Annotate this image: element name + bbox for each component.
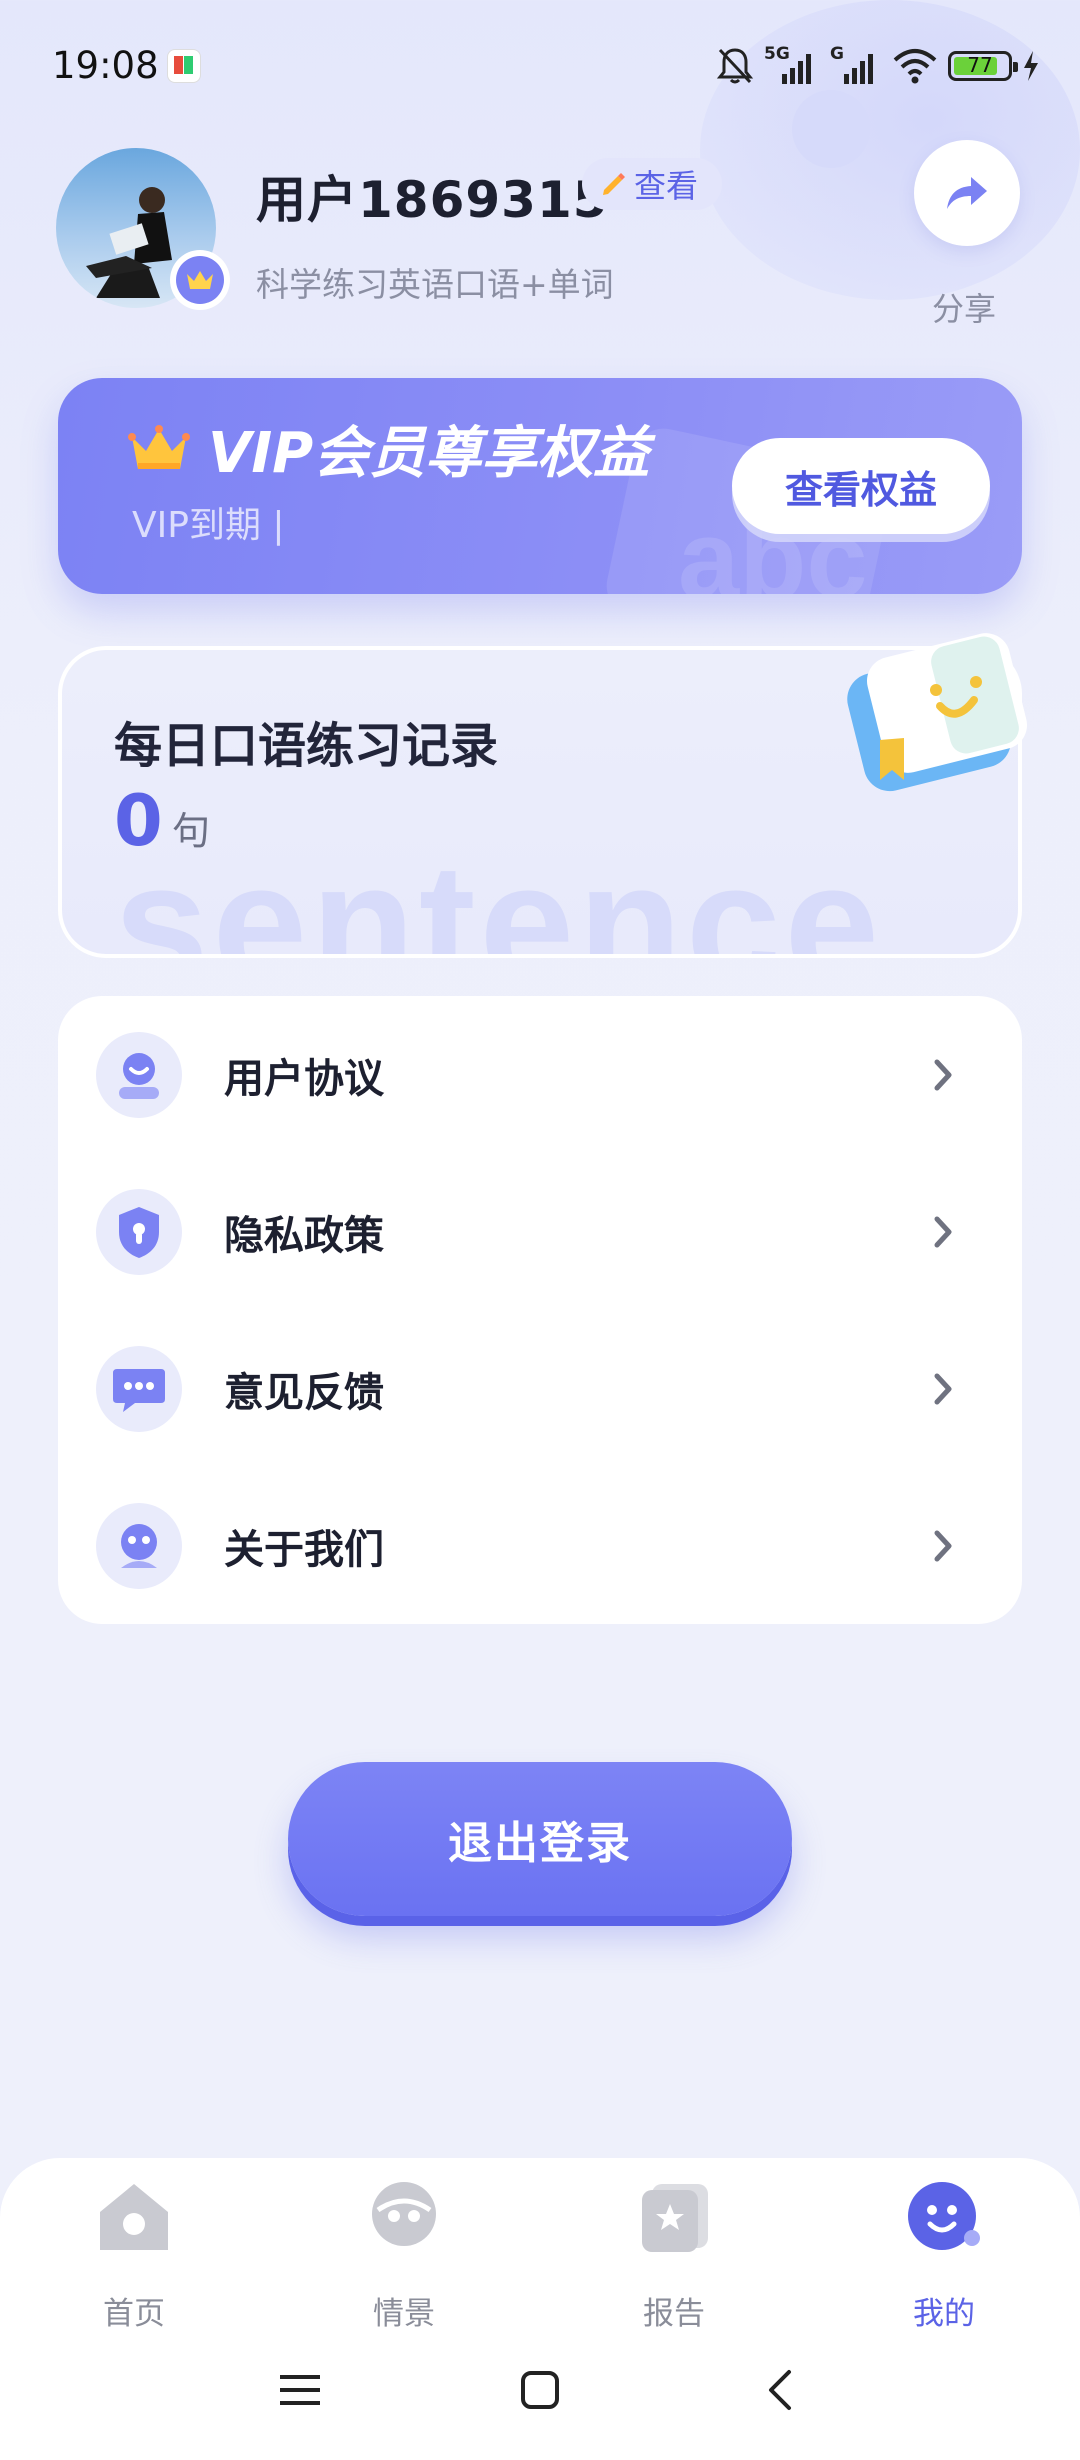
chevron-right-icon (928, 1055, 958, 1095)
record-unit: 句 (172, 809, 211, 853)
wifi-icon (893, 49, 937, 84)
menu-item-user-agreement[interactable]: 用户协议 (58, 996, 1022, 1153)
record-count: 0 (114, 780, 163, 862)
charging-bolt-icon (1024, 51, 1038, 81)
battery-level: 77 (967, 53, 993, 77)
record-title: 每日口语练习记录 (114, 718, 499, 774)
vip-title-row: VIP会员尊享权益 (128, 408, 649, 489)
menu-item-label: 关于我们 (224, 1526, 384, 1573)
menu-nav-button[interactable] (270, 2360, 330, 2420)
vip-expire-label: VIP到期 | (132, 505, 285, 546)
report-icon (642, 2184, 708, 2252)
tab-label: 情景 (373, 2296, 435, 2332)
tab-label: 报告 (643, 2296, 705, 2332)
tab-report[interactable]: 报告 (594, 2176, 754, 2332)
menu-item-label: 意见反馈 (224, 1369, 384, 1416)
profile-subtitle: 科学练习英语口语+单词 (256, 265, 614, 304)
feedback-chat-icon (96, 1345, 182, 1432)
chevron-right-icon (928, 1212, 958, 1252)
battery-icon: 77 (948, 51, 1018, 81)
view-profile-button[interactable]: 查看 (582, 158, 723, 210)
vip-crown-badge (170, 250, 230, 310)
menu-item-about-us[interactable]: 关于我们 (58, 1467, 1022, 1624)
home-nav-button[interactable] (510, 2360, 570, 2420)
view-benefits-label: 查看权益 (784, 467, 937, 512)
signal-5g-icon: 5G (764, 44, 818, 86)
status-indicators: 5G G 77 (716, 44, 1040, 88)
user-agreement-icon (96, 1031, 182, 1118)
share-label: 分享 (932, 290, 997, 328)
view-profile-label: 查看 (634, 167, 699, 205)
view-benefits-button[interactable]: 查看权益 (732, 438, 990, 534)
chevron-right-icon (928, 1526, 958, 1566)
menu-item-privacy-policy[interactable]: 隐私政策 (58, 1153, 1022, 1310)
back-nav-button[interactable] (750, 2360, 810, 2420)
pencil-icon (603, 173, 625, 195)
menu-item-label: 隐私政策 (224, 1212, 384, 1259)
hamburger-icon (280, 2375, 320, 2405)
app-notification-icon (168, 50, 200, 82)
crown-icon (187, 271, 213, 289)
back-chevron-icon (769, 2370, 791, 2410)
record-watermark: sentence (114, 829, 884, 958)
mute-bell-icon (716, 48, 754, 84)
tab-label: 我的 (913, 2296, 975, 2332)
vip-title: VIP会员尊享权益 (208, 421, 650, 486)
about-us-icon (96, 1502, 182, 1589)
square-home-icon (521, 2371, 559, 2409)
tab-profile[interactable]: 我的 (864, 2176, 1024, 2332)
tab-scene[interactable]: 情景 (324, 2176, 484, 2332)
tab-home[interactable]: 首页 (54, 2176, 214, 2332)
menu-item-feedback[interactable]: 意见反馈 (58, 1310, 1022, 1467)
vip-card[interactable]: abc VIP会员尊享权益 VIP到期 | 查看权益 (58, 378, 1022, 594)
menu-item-label: 用户协议 (224, 1055, 384, 1102)
crown-icon (128, 424, 190, 469)
privacy-shield-icon (96, 1188, 182, 1275)
signal-g-icon: G (828, 44, 882, 86)
logout-label: 退出登录 (448, 1818, 632, 1869)
settings-menu: 用户协议 隐私政策 意见反馈 关于我们 (58, 996, 1022, 1624)
system-navigation (0, 2340, 1080, 2460)
logout-button[interactable]: 退出登录 (288, 1762, 792, 1916)
profile-icon (908, 2182, 980, 2250)
username: 用户1869315 (256, 171, 609, 229)
share-arrow-icon (947, 177, 987, 209)
book-mascot-icon (847, 633, 1028, 792)
tab-label: 首页 (103, 2296, 165, 2332)
status-bar: 19:08 5G G 77 (0, 0, 1080, 136)
chevron-right-icon (928, 1369, 958, 1409)
home-icon (100, 2184, 168, 2250)
status-time: 19:08 (52, 44, 159, 87)
scene-icon (372, 2182, 436, 2246)
share-button[interactable] (914, 140, 1020, 246)
